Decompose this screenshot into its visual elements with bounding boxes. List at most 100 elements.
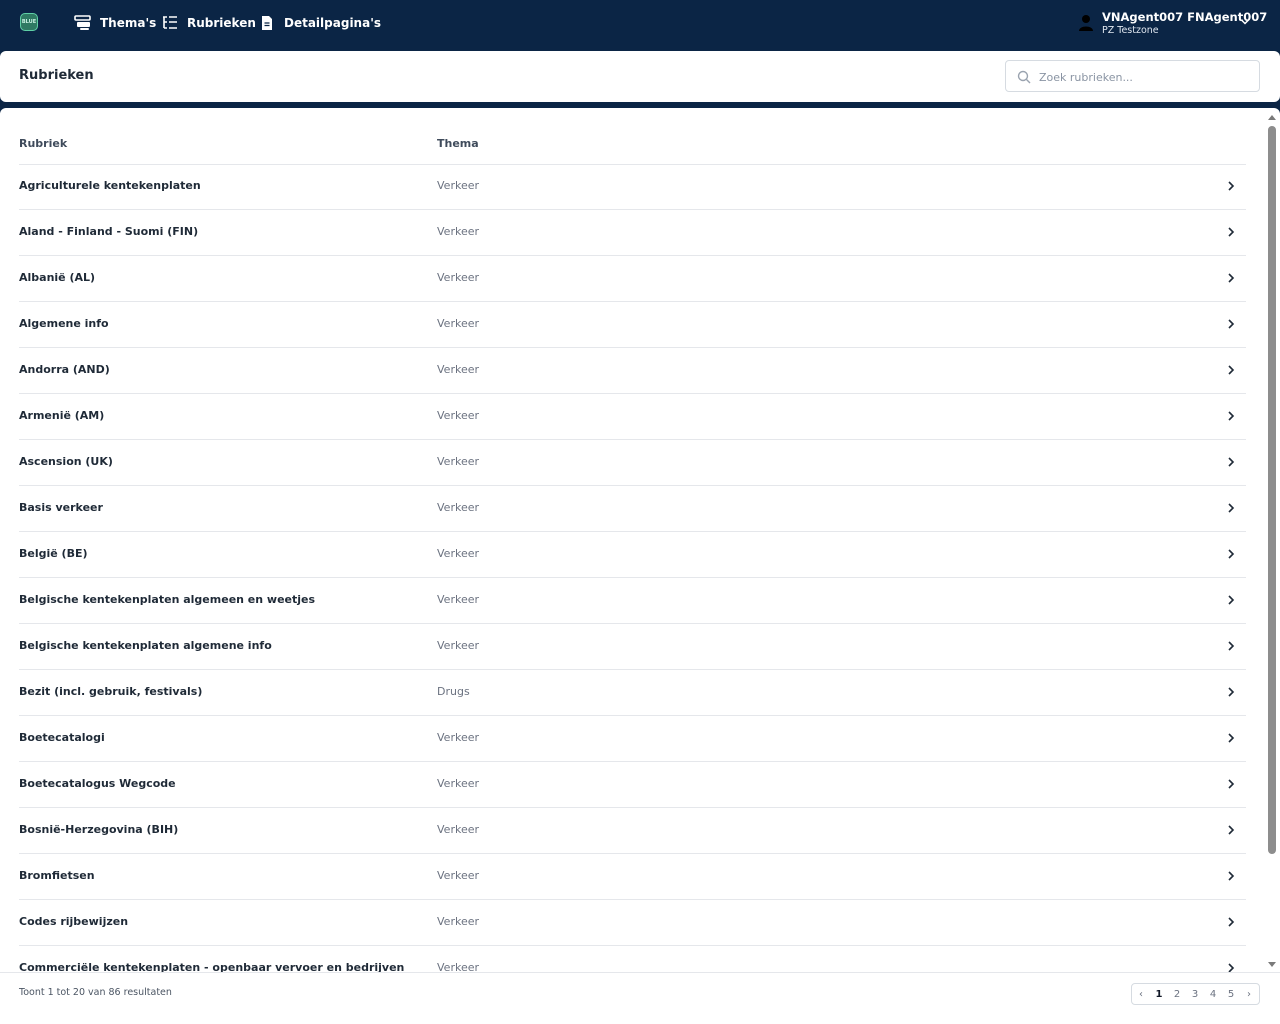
cell-rubriek: Codes rijbewijzen: [19, 915, 129, 928]
cell-thema: Verkeer: [437, 777, 479, 790]
table-row[interactable]: België (BE) Verkeer: [19, 532, 1246, 578]
chevron-right-icon: [1228, 227, 1235, 237]
table-row[interactable]: Belgische kentekenplaten algemene info Ve…: [19, 624, 1246, 670]
document-icon: [262, 16, 272, 30]
chevron-right-icon: [1228, 549, 1235, 559]
cell-thema: Verkeer: [437, 915, 479, 928]
cell-thema: Verkeer: [437, 271, 479, 284]
cell-rubriek: Belgische kentekenplaten algemene info: [19, 639, 272, 652]
table-row[interactable]: Basis verkeer Verkeer: [19, 486, 1246, 532]
cell-rubriek: Bosnië-Herzegovina (BIH): [19, 823, 179, 836]
themes-icon: [74, 15, 91, 30]
column-header-thema[interactable]: Thema: [437, 137, 479, 150]
table-row[interactable]: Aland - Finland - Suomi (FIN) Verkeer: [19, 210, 1246, 256]
app-logo[interactable]: BLUE: [20, 13, 38, 31]
table-row[interactable]: Boetecatalogus Wegcode Verkeer: [19, 762, 1246, 808]
nav-item-detailpaginas[interactable]: Detailpagina's: [259, 13, 381, 33]
tree-list-icon: [163, 16, 177, 29]
nav-item-label: Detailpagina's: [284, 16, 382, 30]
nav-item-label: Thema's: [100, 16, 157, 30]
table-row[interactable]: Andorra (AND) Verkeer: [19, 348, 1246, 394]
pagination-page-2[interactable]: 2: [1168, 984, 1186, 1004]
table-row[interactable]: Boetecatalogi Verkeer: [19, 716, 1246, 762]
cell-rubriek: Basis verkeer: [19, 501, 103, 514]
cell-thema: Verkeer: [437, 639, 479, 652]
page-title: Rubrieken: [19, 68, 94, 83]
cell-rubriek: België (BE): [19, 547, 88, 560]
cell-rubriek: Albanië (AL): [19, 271, 96, 284]
pagination-page-4[interactable]: 4: [1204, 984, 1222, 1004]
cell-rubriek: Ascension (UK): [19, 455, 113, 468]
scroll-down-arrow-icon[interactable]: [1267, 960, 1277, 970]
cell-rubriek: Algemene info: [19, 317, 109, 330]
pagination-next-button[interactable]: ›: [1240, 984, 1258, 1004]
chevron-right-icon: [1228, 687, 1235, 697]
table-row[interactable]: Bezit (incl. gebruik, festivals) Drugs: [19, 670, 1246, 716]
nav-item-rubrieken[interactable]: Rubrieken: [161, 13, 256, 33]
table-footer: Toont 1 tot 20 van 86 resultaten ‹ 1 2 3…: [0, 972, 1280, 1024]
search-box[interactable]: [1005, 60, 1260, 93]
user-icon: [1079, 15, 1093, 31]
cell-thema: Verkeer: [437, 179, 479, 192]
user-menu[interactable]: VNAgent007 FNAgent007 PZ Testzone: [1070, 0, 1280, 51]
top-navigation-bar: BLUE Thema's Rubrieken Detailpagina's VN…: [0, 0, 1280, 51]
scroll-up-arrow-icon[interactable]: [1267, 112, 1277, 122]
pagination-page-3[interactable]: 3: [1186, 984, 1204, 1004]
chevron-right-icon: [1228, 825, 1235, 835]
scrollbar-thumb[interactable]: [1268, 126, 1276, 854]
cell-thema: Verkeer: [437, 225, 479, 238]
cell-thema: Verkeer: [437, 731, 479, 744]
pagination-page-5[interactable]: 5: [1222, 984, 1240, 1004]
chevron-down-icon: [1240, 19, 1250, 25]
cell-thema: Verkeer: [437, 869, 479, 882]
cell-rubriek: Boetecatalogus Wegcode: [19, 777, 176, 790]
pagination-prev-button[interactable]: ‹: [1132, 984, 1150, 1004]
chevron-right-icon: [1228, 871, 1235, 881]
column-header-rubriek[interactable]: Rubriek: [19, 137, 67, 150]
table-row[interactable]: Ascension (UK) Verkeer: [19, 440, 1246, 486]
table-row[interactable]: Algemene info Verkeer: [19, 302, 1246, 348]
table-row[interactable]: Bromfietsen Verkeer: [19, 854, 1246, 900]
cell-rubriek: Aland - Finland - Suomi (FIN): [19, 225, 199, 238]
chevron-right-icon: [1228, 365, 1235, 375]
search-icon: [1017, 70, 1031, 84]
table-header: Rubriek Thema: [19, 108, 1246, 165]
chevron-right-icon: [1228, 457, 1235, 467]
user-organization: PZ Testzone: [1102, 25, 1159, 36]
vertical-scrollbar[interactable]: [1267, 112, 1277, 972]
cell-thema: Verkeer: [437, 317, 479, 330]
cell-thema: Verkeer: [437, 823, 479, 836]
table-row[interactable]: Belgische kentekenplaten algemeen en wee…: [19, 578, 1246, 624]
results-summary: Toont 1 tot 20 van 86 resultaten: [19, 987, 172, 998]
nav-item-themas[interactable]: Thema's: [74, 13, 156, 33]
chevron-right-icon: [1228, 595, 1235, 605]
chevron-right-icon: [1228, 319, 1235, 329]
table-row[interactable]: Agriculturele kentekenplaten Verkeer: [19, 164, 1246, 210]
page-header: Rubrieken: [0, 51, 1280, 102]
table-row[interactable]: Bosnië-Herzegovina (BIH) Verkeer: [19, 808, 1246, 854]
cell-rubriek: Armenië (AM): [19, 409, 105, 422]
cell-thema: Drugs: [437, 685, 470, 698]
chevron-right-icon: [1228, 181, 1235, 191]
cell-thema: Verkeer: [437, 593, 479, 606]
cell-rubriek: Andorra (AND): [19, 363, 110, 376]
chevron-right-icon: [1228, 411, 1235, 421]
pagination: ‹ 1 2 3 4 5 ›: [1131, 983, 1260, 1005]
pagination-page-1[interactable]: 1: [1150, 984, 1168, 1004]
chevron-right-icon: [1228, 273, 1235, 283]
table-row[interactable]: Codes rijbewijzen Verkeer: [19, 900, 1246, 946]
cell-rubriek: Belgische kentekenplaten algemeen en wee…: [19, 593, 316, 606]
table-row[interactable]: Armenië (AM) Verkeer: [19, 394, 1246, 440]
search-input[interactable]: [1037, 61, 1256, 93]
cell-thema: Verkeer: [437, 455, 479, 468]
cell-rubriek: Agriculturele kentekenplaten: [19, 179, 201, 192]
chevron-right-icon: [1228, 733, 1235, 743]
cell-thema: Verkeer: [437, 409, 479, 422]
nav-item-label: Rubrieken: [187, 16, 256, 30]
chevron-right-icon: [1228, 503, 1235, 513]
table-row[interactable]: Albanië (AL) Verkeer: [19, 256, 1246, 302]
cell-thema: Verkeer: [437, 501, 479, 514]
cell-rubriek: Bezit (incl. gebruik, festivals): [19, 685, 203, 698]
rubrieken-table-card: Rubriek Thema Agriculturele kentekenplat…: [0, 108, 1280, 1024]
table-row[interactable]: Commerciële kentekenplaten - openbaar ve…: [19, 946, 1246, 974]
